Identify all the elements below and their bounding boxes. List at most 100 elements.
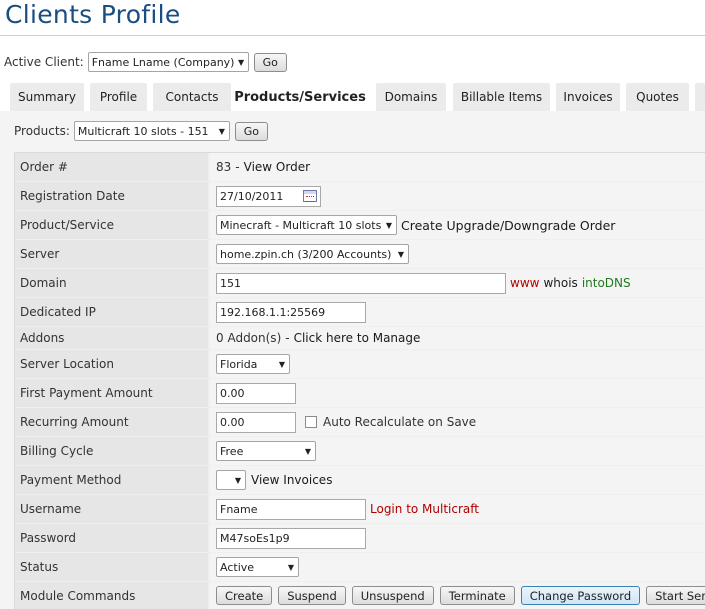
row-server-location: Server Location Florida ▼ — [15, 350, 705, 379]
row-product-service: Product/Service Minecraft - Multicraft 1… — [15, 211, 705, 240]
product-service-label: Product/Service — [15, 211, 208, 239]
row-domain: Domain 151 www whois intoDNS — [15, 269, 705, 298]
tab-billable-items[interactable]: Billable Items — [453, 83, 550, 111]
server-location-selected: Florida — [220, 357, 258, 371]
row-registration-date: Registration Date 27/10/2011 — [15, 182, 705, 211]
row-dedicated-ip: Dedicated IP 192.168.1.1:25569 — [15, 298, 705, 327]
order-value: 83 - View Order — [210, 153, 705, 181]
dedicated-ip-input[interactable]: 192.168.1.1:25569 — [216, 301, 366, 323]
username-label: Username — [15, 495, 208, 523]
row-billing-cycle: Billing Cycle Free ▼ — [15, 437, 705, 466]
order-separator: - — [235, 160, 240, 174]
products-selected: Multicraft 10 slots - 151 — [77, 124, 209, 138]
dedicated-ip-label: Dedicated IP — [15, 298, 208, 326]
billing-cycle-select[interactable]: Free ▼ — [216, 441, 316, 461]
row-username: Username Fname Login to Multicraft — [15, 495, 705, 524]
create-upgrade-link[interactable]: Create Upgrade/Downgrade Order — [401, 218, 615, 233]
active-client-select[interactable]: Fname Lname (Company) ▼ — [87, 52, 249, 72]
server-location-select[interactable]: Florida ▼ — [216, 354, 290, 374]
addons-count: 0 Addon(s) — [216, 331, 282, 345]
products-go-button[interactable]: Go — [234, 121, 268, 141]
server-selected: home.zpin.ch (3/200 Accounts) — [220, 247, 392, 261]
chevron-down-icon: ▼ — [397, 249, 405, 259]
title-divider — [0, 35, 705, 36]
unsuspend-button[interactable]: Unsuspend — [351, 586, 434, 605]
status-label: Status — [15, 553, 208, 581]
row-password: Password M47soEs1p9 — [15, 524, 705, 553]
server-location-label: Server Location — [15, 350, 208, 378]
active-client-label: Active Client: — [4, 55, 84, 69]
registration-date-label: Registration Date — [15, 182, 208, 210]
start-server-button[interactable]: Start Server — [646, 586, 705, 605]
active-client-selected: Fname Lname (Company) — [91, 55, 235, 69]
chevron-down-icon: ▼ — [287, 562, 295, 572]
auto-recalculate-label: Auto Recalculate on Save — [323, 415, 477, 429]
login-multicraft-link[interactable]: Login to Multicraft — [370, 502, 479, 516]
chevron-down-icon: ▼ — [218, 126, 225, 136]
chevron-down-icon: ▼ — [385, 220, 393, 230]
status-selected: Active — [220, 560, 255, 574]
username-input[interactable]: Fname — [216, 498, 366, 520]
billing-cycle-label: Billing Cycle — [15, 437, 208, 465]
suspend-button[interactable]: Suspend — [278, 586, 346, 605]
tab-contacts[interactable]: Contacts — [153, 83, 231, 111]
chevron-down-icon: ▼ — [278, 359, 286, 369]
create-button[interactable]: Create — [216, 586, 273, 605]
addons-separator: - — [285, 331, 290, 345]
tab-domains[interactable]: Domains — [376, 83, 446, 111]
domain-label: Domain — [15, 269, 208, 297]
auto-recalculate-checkbox[interactable] — [305, 416, 317, 428]
chevron-down-icon: ▼ — [238, 57, 245, 67]
products-select[interactable]: Multicraft 10 slots - 151 ▼ — [73, 121, 230, 141]
tab-overflow[interactable] — [695, 83, 705, 111]
row-module-commands: Module Commands Create Suspend Unsuspend… — [15, 582, 705, 609]
tab-products-services[interactable]: Products/Services — [231, 83, 369, 111]
password-label: Password — [15, 524, 208, 552]
calendar-icon[interactable] — [303, 190, 317, 202]
intodns-link[interactable]: intoDNS — [582, 276, 631, 290]
www-link[interactable]: www — [510, 276, 539, 290]
module-commands-label: Module Commands — [15, 582, 208, 609]
order-number: 83 — [216, 160, 232, 174]
recurring-amount-input[interactable]: 0.00 — [216, 411, 296, 433]
payment-method-label: Payment Method — [15, 466, 208, 494]
server-select[interactable]: home.zpin.ch (3/200 Accounts) ▼ — [216, 244, 409, 264]
status-select[interactable]: Active ▼ — [216, 557, 299, 577]
row-first-payment: First Payment Amount 0.00 — [15, 379, 705, 408]
domain-input[interactable]: 151 — [216, 272, 506, 294]
first-payment-label: First Payment Amount — [15, 379, 208, 407]
chevron-down-icon: ▼ — [304, 446, 312, 456]
page-title: Clients Profile — [5, 0, 181, 29]
whois-link[interactable]: whois — [543, 276, 577, 290]
registration-date-input[interactable]: 27/10/2011 — [216, 185, 321, 207]
billing-cycle-selected: Free — [220, 444, 244, 458]
row-order: Order # 83 - View Order — [15, 153, 705, 182]
terminate-button[interactable]: Terminate — [439, 586, 515, 605]
product-service-select[interactable]: Minecraft - Multicraft 10 slots ▼ — [216, 215, 397, 235]
tab-quotes[interactable]: Quotes — [626, 83, 689, 111]
row-recurring-amount: Recurring Amount 0.00 Auto Recalculate o… — [15, 408, 705, 437]
addons-label: Addons — [15, 327, 208, 349]
view-invoices-link[interactable]: View Invoices — [251, 473, 332, 487]
chevron-down-icon: ▼ — [234, 475, 242, 485]
tab-invoices[interactable]: Invoices — [556, 83, 620, 111]
active-client-go-button[interactable]: Go — [253, 52, 287, 72]
tab-profile[interactable]: Profile — [90, 83, 147, 111]
change-password-button[interactable]: Change Password — [520, 586, 641, 605]
tab-summary[interactable]: Summary — [10, 83, 84, 111]
row-addons: Addons 0 Addon(s) - Click here to Manage — [15, 327, 705, 350]
row-status: Status Active ▼ — [15, 553, 705, 582]
registration-date-value: 27/10/2011 — [220, 189, 284, 203]
order-label: Order # — [15, 153, 208, 181]
first-payment-input[interactable]: 0.00 — [216, 382, 296, 404]
active-client-bar: Active Client: Fname Lname (Company) ▼ G… — [4, 52, 287, 72]
password-input[interactable]: M47soEs1p9 — [216, 527, 366, 549]
row-payment-method: Payment Method ▼ View Invoices — [15, 466, 705, 495]
payment-method-select[interactable]: ▼ — [216, 470, 246, 490]
view-order-link[interactable]: View Order — [244, 160, 310, 174]
manage-addons-link[interactable]: Click here to Manage — [294, 331, 421, 345]
tab-bar: Summary Profile Contacts Products/Servic… — [10, 83, 705, 111]
products-bar: Products: Multicraft 10 slots - 151 ▼ Go — [14, 121, 268, 141]
product-service-selected: Minecraft - Multicraft 10 slots — [220, 218, 382, 232]
row-server: Server home.zpin.ch (3/200 Accounts) ▼ — [15, 240, 705, 269]
